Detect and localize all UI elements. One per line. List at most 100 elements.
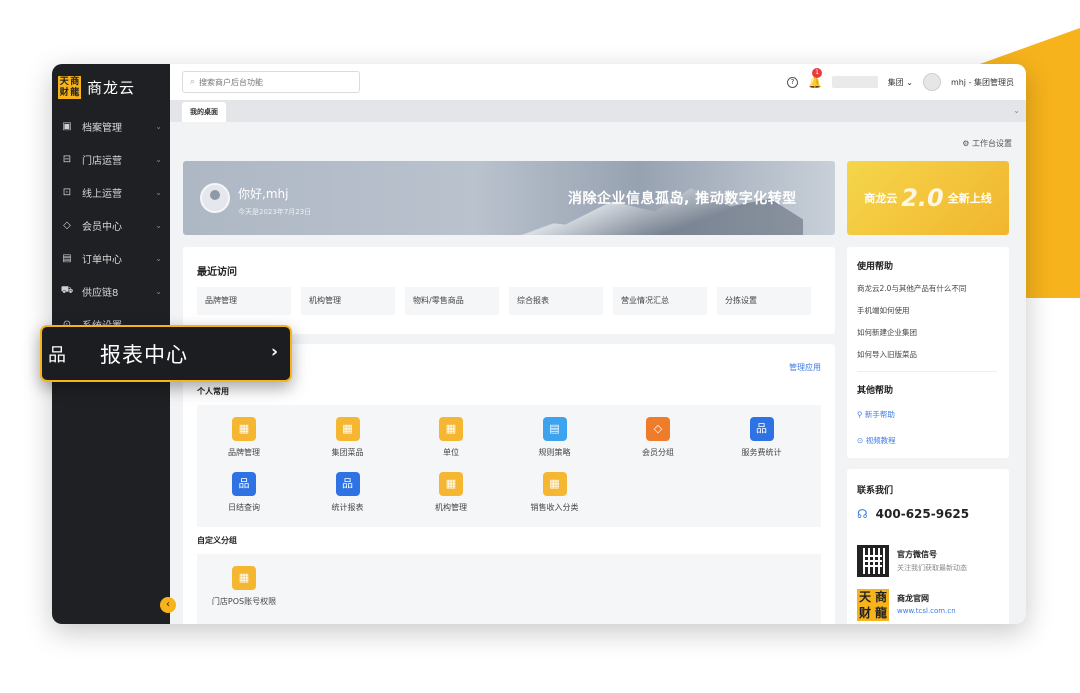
search-box[interactable]: ⌕ xyxy=(182,71,360,93)
qr-code-icon xyxy=(857,545,889,577)
sidebar-item-label: 线上运营 xyxy=(82,189,122,200)
app-label: 门店POS账号权限 xyxy=(211,597,277,606)
tab-my-desktop[interactable]: 我的桌面 xyxy=(182,102,226,122)
help-question[interactable]: 商龙云2.0与其他产品有什么不同 xyxy=(857,283,966,294)
contact-title: 联系我们 xyxy=(857,486,894,496)
app-label: 统计报表 xyxy=(331,503,364,512)
site-url-link[interactable]: www.tcsl.com.cn xyxy=(897,607,956,615)
phone-number[interactable]: 400-625-9625 xyxy=(876,507,969,521)
manage-apps-link[interactable]: 管理应用 xyxy=(789,362,821,373)
app-tile[interactable]: ▦ 品牌管理 xyxy=(199,417,289,458)
chevron-down-icon: ⌄ xyxy=(155,254,162,263)
chevron-right-icon: › xyxy=(270,342,278,362)
recent-item[interactable]: 分拣设置 xyxy=(717,287,811,315)
play-icon: ⊙ xyxy=(857,436,864,445)
sidebar-item-label: 订单中心 xyxy=(82,255,122,266)
app-icon: ◇ xyxy=(646,417,670,441)
welcome-banner: 你好,mhj 今天是2023年7月23日 消除企业信息孤岛, 推动数字化转型 xyxy=(183,161,835,235)
app-tile[interactable]: ◇ 会员分组 xyxy=(613,417,703,458)
sidebar-item-label: 供应链8 xyxy=(82,288,119,299)
help-card: 使用帮助 商龙云2.0与其他产品有什么不同 手机端如何使用 如何新建企业集团 如… xyxy=(847,247,1009,458)
search-input[interactable] xyxy=(199,77,350,87)
avatar xyxy=(200,183,230,213)
supply-icon: ⛟ xyxy=(60,285,74,296)
app-tile[interactable]: ▤ 规则策略 xyxy=(510,417,600,458)
sidebar-item-label: 门店运营 xyxy=(82,156,122,167)
recent-item[interactable]: 物料/零售商品 xyxy=(405,287,499,315)
notification-bell-icon[interactable]: 🔔 1 xyxy=(808,67,822,89)
collapse-sidebar-button[interactable]: ‹ xyxy=(160,597,176,613)
help-question[interactable]: 手机端如何使用 xyxy=(857,305,910,316)
promo-banner[interactable]: 商龙云 2.0 全新上线 xyxy=(847,161,1009,235)
sidebar-item-member[interactable]: ◇ 会员中心 ⌄ xyxy=(52,209,170,242)
sidebar-item-archive[interactable]: ▣ 档案管理 ⌄ xyxy=(52,110,170,143)
chevron-down-icon: ⌄ xyxy=(155,221,162,230)
search-icon: ⌕ xyxy=(190,77,196,87)
help-question[interactable]: 如何新建企业集团 xyxy=(857,327,917,338)
app-tile[interactable]: ▦ 机构管理 xyxy=(406,472,496,513)
help-question[interactable]: 如何导入旧版菜品 xyxy=(857,349,917,360)
top-bar: ⌕ ? 🔔 1 集团 ⌄ mhj - 集团管理员 xyxy=(170,64,1026,100)
banner-slogan: 消除企业信息孤岛, 推动数字化转型 xyxy=(568,191,797,207)
brand-logo[interactable]: 天商 财龍 商龙云 xyxy=(52,64,170,110)
app-label: 日结查询 xyxy=(228,503,260,512)
personal-section-title: 个人常用 xyxy=(197,387,229,396)
wechat-subtitle: 关注我们获取最新动态 xyxy=(897,564,967,572)
group-switcher[interactable]: 集团 ⌄ xyxy=(888,77,913,88)
store-icon: ⊟ xyxy=(62,154,72,165)
recent-item[interactable]: 综合报表 xyxy=(509,287,603,315)
brand-name: 商龙云 xyxy=(87,78,136,97)
promo-text-left: 商龙云 xyxy=(864,192,898,205)
sidebar-item-online[interactable]: ⊡ 线上运营 ⌄ xyxy=(52,176,170,209)
sidebar-item-store[interactable]: ⊟ 门店运营 ⌄ xyxy=(52,143,170,176)
sidebar-item-order[interactable]: ▤ 订单中心 ⌄ xyxy=(52,242,170,275)
app-tile[interactable]: ▦ 单位 xyxy=(406,417,496,458)
app-tile[interactable]: ▦ 集团菜品 xyxy=(303,417,393,458)
app-label: 销售收入分类 xyxy=(530,503,579,512)
recent-item[interactable]: 品牌管理 xyxy=(197,287,291,315)
recent-item[interactable]: 机构管理 xyxy=(301,287,395,315)
chevron-down-icon: ⌄ xyxy=(155,122,162,131)
help-icon[interactable]: ? xyxy=(786,76,798,88)
app-icon: ▦ xyxy=(439,472,463,496)
app-label: 单位 xyxy=(443,448,459,457)
logo-mark-icon: 天商 财龍 xyxy=(58,75,81,99)
app-tile[interactable]: 品统计报表 xyxy=(303,472,393,513)
contact-card: 联系我们 ☊ 400-625-9625 官方微信号 关注我们获取最新动态 天商 … xyxy=(847,469,1009,624)
app-icon: ▦ xyxy=(232,417,256,441)
workspace-settings-link[interactable]: ⚙ 工作台设置 xyxy=(962,138,1012,149)
sidebar-item-supply[interactable]: ⛟ 供应链8 ⌄ xyxy=(52,275,170,308)
online-icon: ⊡ xyxy=(62,187,72,198)
recent-title: 最近访问 xyxy=(197,267,237,278)
recent-item[interactable]: 营业情况汇总 xyxy=(613,287,707,315)
app-icon: ▤ xyxy=(542,417,567,441)
apps-card: 管理应用 个人常用 ▦ 品牌管理 ▦ 集团菜品 ▦ 单位 ▤ 规则策略 ◇ 会员分组品服务费统计品… xyxy=(183,344,835,624)
app-tile[interactable]: 品服务费统计 xyxy=(717,417,807,458)
app-tile[interactable]: 品日结查询 xyxy=(199,472,289,513)
app-tile[interactable]: ▦ 销售收入分类 xyxy=(510,472,600,513)
app-tile[interactable]: ▦ 门店POS账号权限 xyxy=(199,566,289,607)
chevron-down-icon: ⌄ xyxy=(155,155,162,164)
chevron-down-icon: ⌄ xyxy=(155,287,162,296)
beginner-help-link[interactable]: ⚲ 新手帮助 xyxy=(857,409,895,420)
app-icon: 品 xyxy=(749,417,774,441)
help-title: 使用帮助 xyxy=(857,262,894,272)
chevron-down-icon[interactable]: ⌄ xyxy=(1013,106,1020,115)
user-label[interactable]: mhj - 集团管理员 xyxy=(951,77,1014,88)
date-text: 今天是2023年7月23日 xyxy=(238,208,312,216)
site-title: 商龙官网 xyxy=(897,594,929,603)
sidebar-item-label: 会员中心 xyxy=(82,222,122,233)
app-label: 品牌管理 xyxy=(228,448,260,457)
user-avatar[interactable] xyxy=(922,73,941,91)
app-icon: ▦ xyxy=(232,566,256,590)
app-label: 会员分组 xyxy=(642,448,674,457)
divider xyxy=(857,371,997,372)
gear-icon: ⚙ xyxy=(962,139,970,148)
member-icon: ◇ xyxy=(63,220,71,231)
top-right-tools: ? 🔔 1 集团 ⌄ mhj - 集团管理员 xyxy=(786,64,1014,100)
app-label: 规则策略 xyxy=(538,448,571,457)
report-center-label: 报表中心 xyxy=(100,342,188,367)
recent-list: 品牌管理 机构管理 物料/零售商品 综合报表 营业情况汇总 分拣设置 xyxy=(197,287,811,315)
video-tutorial-link[interactable]: ⊙ 视频教程 xyxy=(857,435,896,446)
report-center-menu-item[interactable]: 品 报表中心 › xyxy=(40,325,292,382)
